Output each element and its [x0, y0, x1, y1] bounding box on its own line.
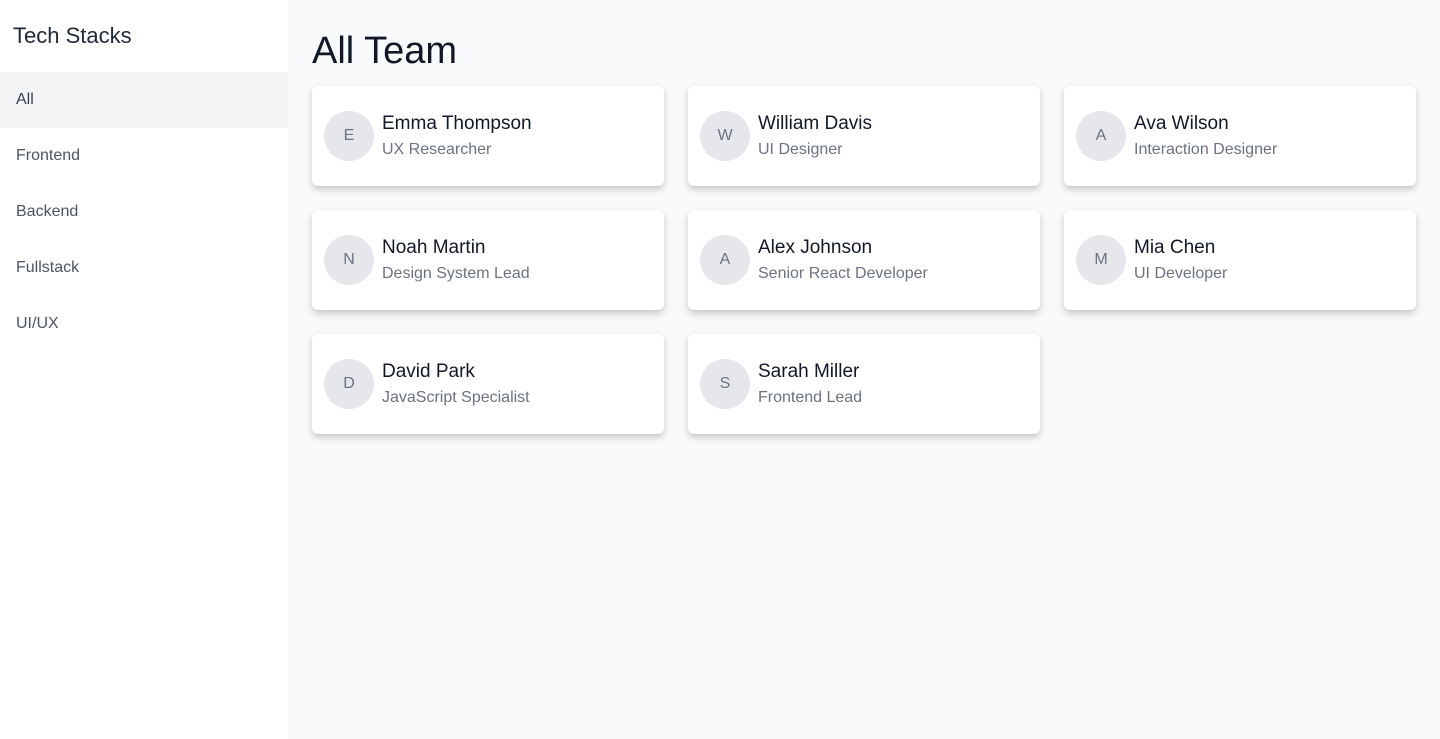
- member-role: UI Designer: [758, 140, 843, 158]
- member-info: Mia Chen UI Developer: [1134, 236, 1227, 285]
- member-info: David Park JavaScript Specialist: [382, 360, 530, 409]
- sidebar-nav: All Frontend Backend Fullstack UI/UX: [0, 72, 288, 352]
- member-role: Frontend Lead: [758, 388, 863, 406]
- main-content: All Team E Emma Thompson UX Researcher W…: [288, 0, 1440, 739]
- member-role: Senior React Developer: [758, 264, 928, 282]
- avatar: A: [1076, 111, 1126, 161]
- avatar: S: [700, 359, 750, 409]
- avatar: N: [324, 235, 374, 285]
- member-name: Emma Thompson: [382, 112, 532, 134]
- sidebar: Tech Stacks All Frontend Backend Fullsta…: [0, 0, 288, 739]
- app: Tech Stacks All Frontend Backend Fullsta…: [0, 0, 1440, 739]
- member-info: Sarah Miller Frontend Lead: [758, 360, 862, 409]
- member-info: Alex Johnson Senior React Developer: [758, 236, 928, 285]
- sidebar-title: Tech Stacks: [13, 23, 132, 48]
- member-info: Emma Thompson UX Researcher: [382, 112, 532, 161]
- member-card[interactable]: A Ava Wilson Interaction Designer: [1064, 86, 1416, 186]
- member-info: Ava Wilson Interaction Designer: [1134, 112, 1277, 161]
- member-name: Noah Martin: [382, 236, 486, 258]
- team-grid: E Emma Thompson UX Researcher W William …: [312, 86, 1416, 434]
- member-role: Interaction Designer: [1134, 140, 1278, 158]
- avatar: A: [700, 235, 750, 285]
- member-role: JavaScript Specialist: [382, 388, 530, 406]
- member-card[interactable]: N Noah Martin Design System Lead: [312, 210, 664, 310]
- avatar: W: [700, 111, 750, 161]
- member-info: Noah Martin Design System Lead: [382, 236, 530, 285]
- member-card[interactable]: A Alex Johnson Senior React Developer: [688, 210, 1040, 310]
- member-card[interactable]: D David Park JavaScript Specialist: [312, 334, 664, 434]
- member-name: Sarah Miller: [758, 360, 860, 382]
- member-name: William Davis: [758, 112, 872, 134]
- member-name: Mia Chen: [1134, 236, 1216, 258]
- sidebar-item-all[interactable]: All: [0, 72, 288, 128]
- member-info: William Davis UI Designer: [758, 112, 872, 161]
- member-role: UI Developer: [1134, 264, 1228, 282]
- page-title: All Team: [312, 30, 458, 72]
- member-card[interactable]: W William Davis UI Designer: [688, 86, 1040, 186]
- member-card[interactable]: S Sarah Miller Frontend Lead: [688, 334, 1040, 434]
- member-name: Ava Wilson: [1134, 112, 1229, 134]
- sidebar-item-backend[interactable]: Backend: [0, 184, 288, 240]
- sidebar-item-fullstack[interactable]: Fullstack: [0, 240, 288, 296]
- member-name: David Park: [382, 360, 475, 382]
- member-role: UX Researcher: [382, 140, 492, 158]
- member-card[interactable]: E Emma Thompson UX Researcher: [312, 86, 664, 186]
- sidebar-item-uiux[interactable]: UI/UX: [0, 296, 288, 352]
- avatar: M: [1076, 235, 1126, 285]
- member-role: Design System Lead: [382, 264, 530, 282]
- avatar: E: [324, 111, 374, 161]
- member-card[interactable]: M Mia Chen UI Developer: [1064, 210, 1416, 310]
- sidebar-item-frontend[interactable]: Frontend: [0, 128, 288, 184]
- member-name: Alex Johnson: [758, 236, 873, 258]
- avatar: D: [324, 359, 374, 409]
